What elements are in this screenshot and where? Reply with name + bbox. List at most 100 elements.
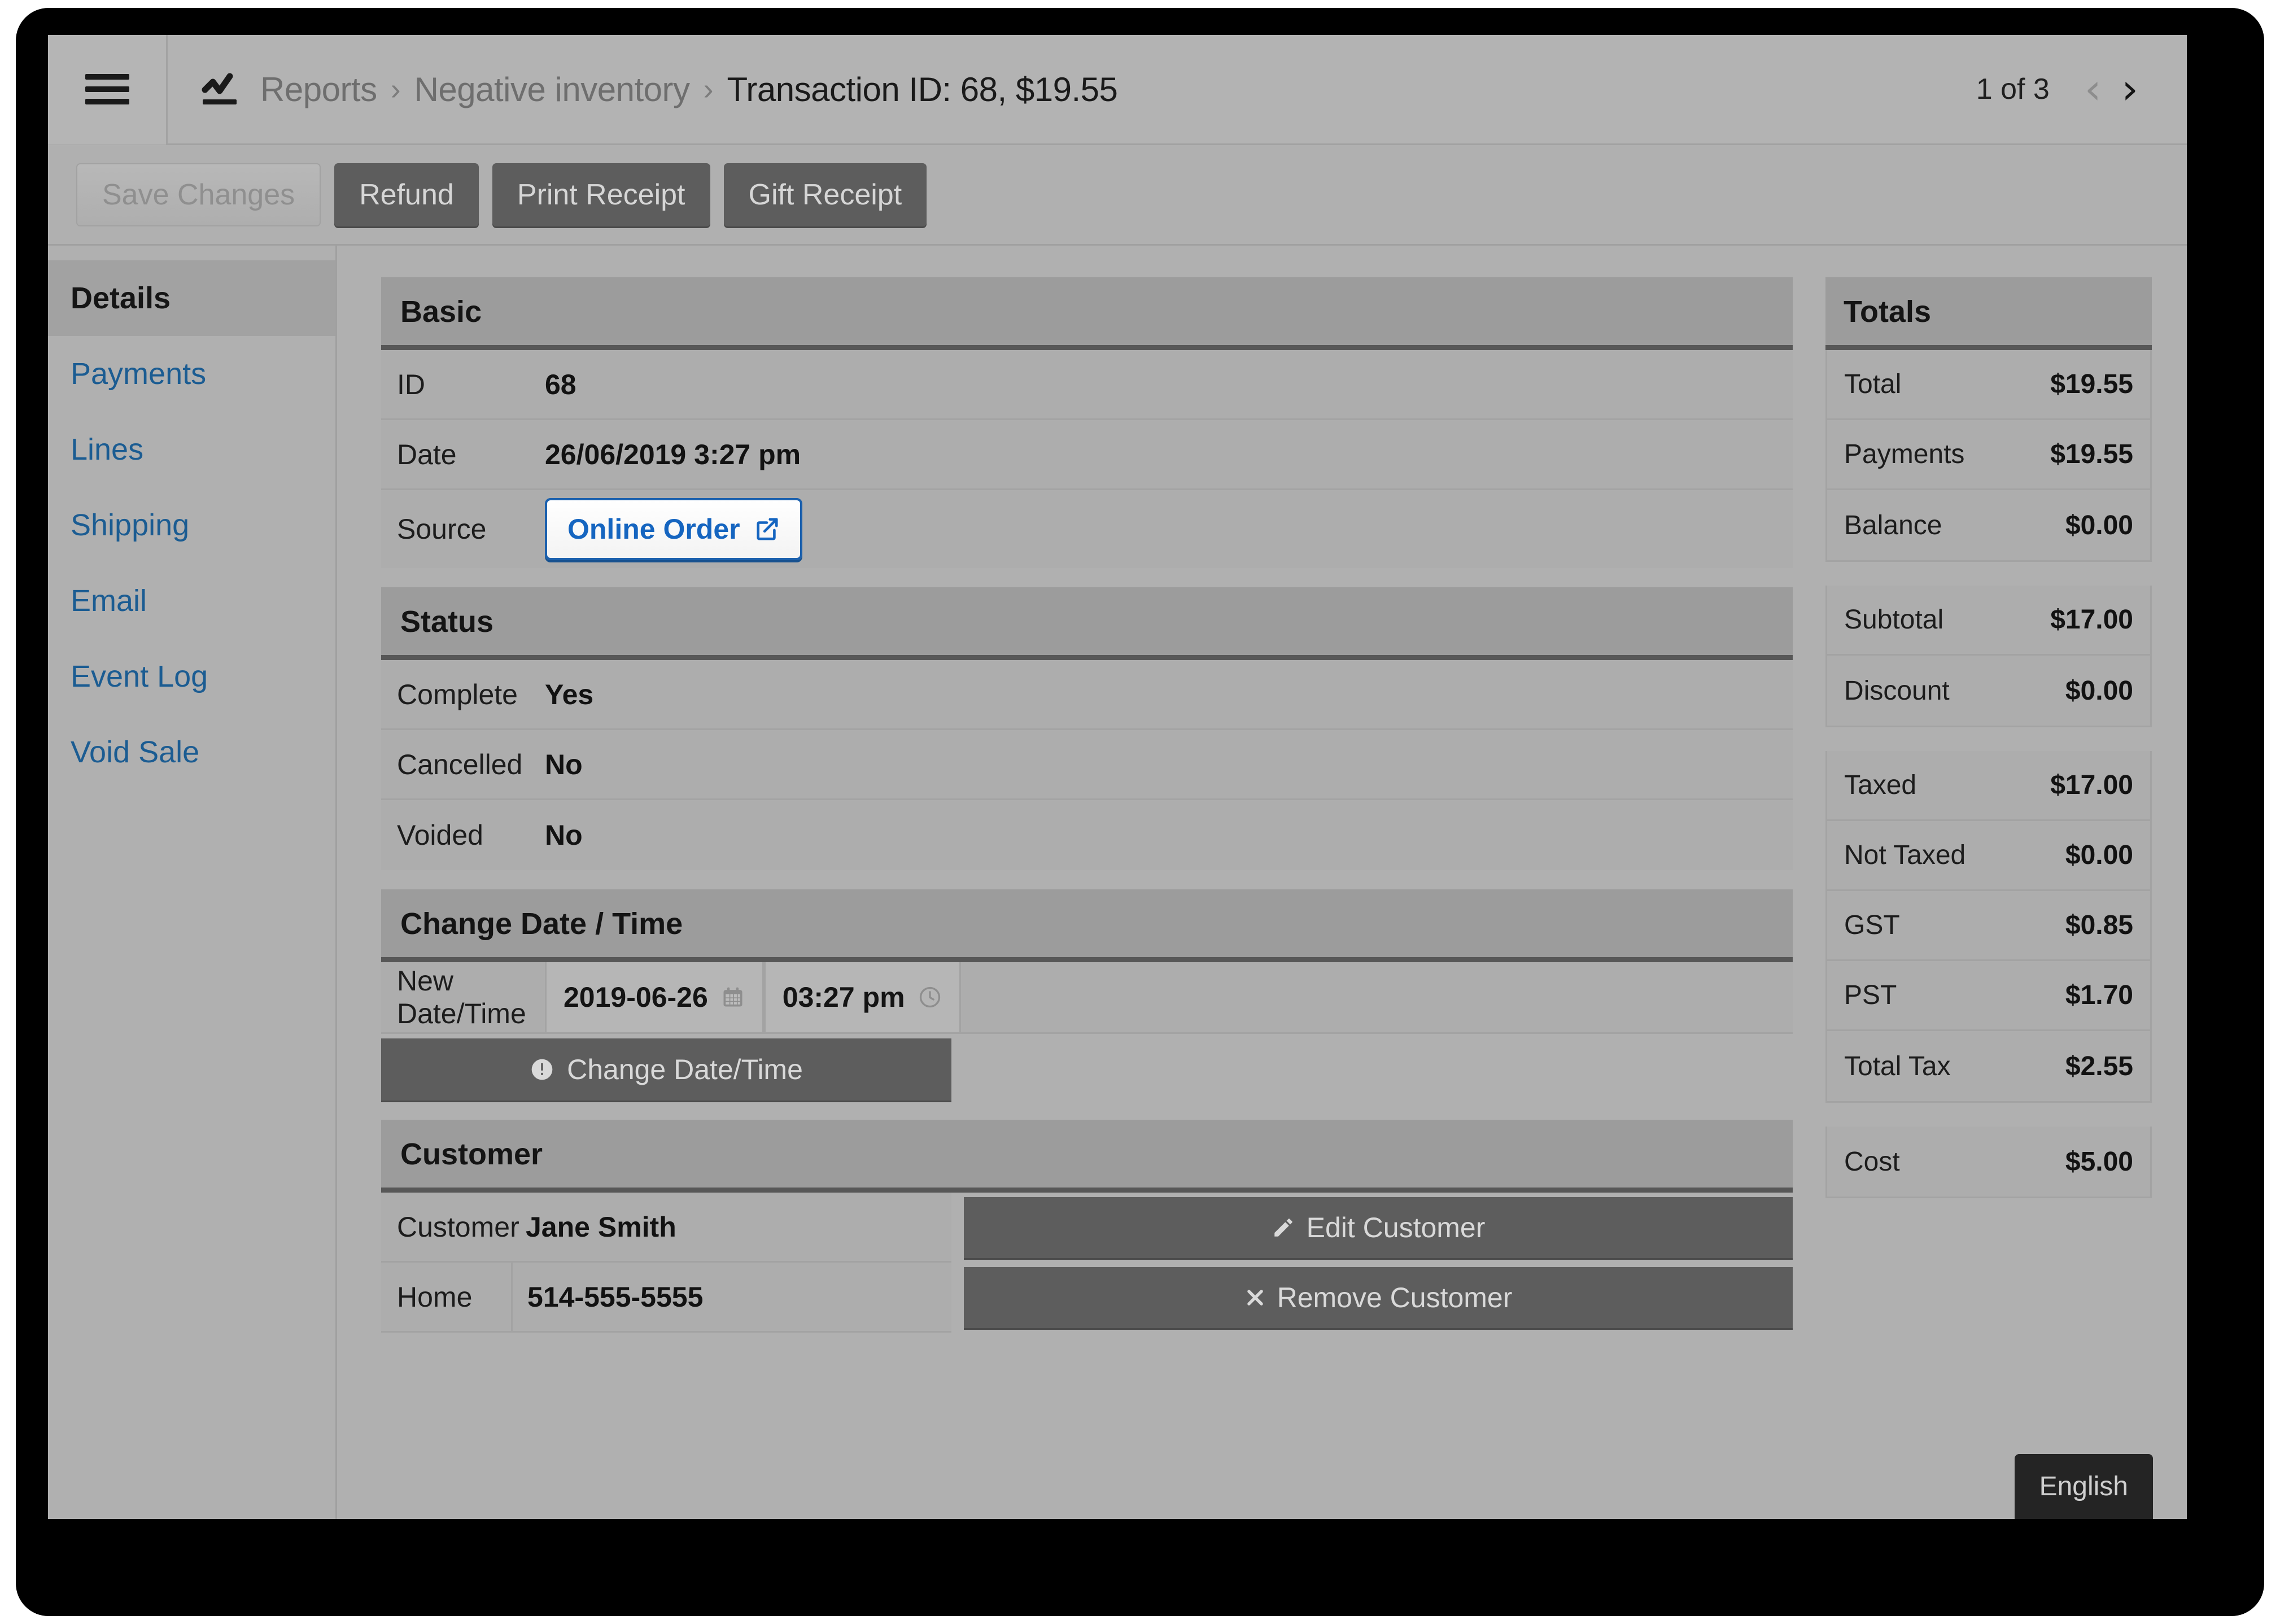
save-changes-button[interactable]: Save Changes: [76, 163, 321, 226]
page-count: 1 of 3: [1976, 73, 2050, 106]
totals-row-total-tax: Total Tax $2.55: [1827, 1031, 2150, 1101]
new-datetime-label: New Date/Time: [397, 965, 526, 1029]
totals-group-payment: Total $19.55 Payments $19.55 Balance $0.…: [1825, 350, 2152, 562]
totals-row-cost: Cost $5.00: [1827, 1127, 2150, 1197]
customer-name-value: Jane Smith: [526, 1211, 676, 1243]
chevron-left-icon[interactable]: ‹: [2085, 68, 2102, 110]
total-label: Total: [1844, 369, 1902, 399]
taxed-value: $17.00: [2050, 770, 2133, 800]
payments-label: Payments: [1844, 439, 1965, 469]
cancelled-label: Cancelled: [397, 748, 523, 780]
complete-label: Complete: [397, 678, 518, 710]
id-value: 68: [545, 368, 576, 400]
taxed-label: Taxed: [1844, 770, 1917, 800]
totals-group-subtotal: Subtotal $17.00 Discount $0.00: [1825, 586, 2152, 727]
balance-label: Balance: [1844, 510, 1942, 540]
balance-value: $0.00: [2065, 510, 2133, 540]
change-datetime-panel: Change Date / Time New Date/Time 2019-06…: [381, 889, 1793, 1101]
pst-label: PST: [1844, 980, 1897, 1010]
online-order-label: Online Order: [567, 513, 740, 545]
source-label: Source: [397, 513, 487, 545]
change-datetime-button-label: Change Date/Time: [567, 1054, 803, 1085]
gift-receipt-button[interactable]: Gift Receipt: [723, 163, 927, 226]
edit-customer-label: Edit Customer: [1306, 1212, 1486, 1243]
change-datetime-title: Change Date / Time: [381, 889, 1793, 962]
basic-row-source: Source Online Order: [381, 490, 1793, 568]
basic-panel-title: Basic: [381, 277, 1793, 350]
date-value: 26/06/2019 3:27 pm: [545, 438, 801, 470]
details-main: Basic ID 68 Date 26/06/2019 3:27 pm Sour…: [337, 246, 1825, 1519]
sidebar-item-shipping[interactable]: Shipping: [48, 487, 335, 563]
breadcrumb-separator: ›: [703, 72, 714, 106]
change-datetime-button[interactable]: Change Date/Time: [381, 1038, 951, 1101]
cancelled-value: No: [545, 748, 583, 780]
customer-name-cell: Customer Jane Smith: [381, 1193, 951, 1263]
totals-group-tax: Taxed $17.00 Not Taxed $0.00 GST $0.85 P…: [1825, 751, 2152, 1103]
calendar-icon: [723, 987, 742, 1007]
not-taxed-label: Not Taxed: [1844, 840, 1966, 870]
totals-panel: Totals Total $19.55 Payments $19.55 Bala…: [1825, 246, 2187, 1519]
totals-row-pst: PST $1.70: [1827, 961, 2150, 1031]
breadcrumb-separator: ›: [390, 72, 401, 106]
cost-value: $5.00: [2065, 1146, 2133, 1177]
new-datetime-row: New Date/Time 2019-06-26 03:27 pm: [381, 962, 1793, 1034]
info-circle-icon: [531, 1059, 553, 1080]
not-taxed-value: $0.00: [2065, 840, 2133, 870]
sidebar-item-payments[interactable]: Payments: [48, 336, 335, 412]
totals-row-discount: Discount $0.00: [1827, 656, 2150, 726]
line-chart-icon: [202, 73, 241, 106]
status-row-voided: Voided No: [381, 800, 1793, 870]
gst-label: GST: [1844, 910, 1900, 940]
sidebar-item-lines[interactable]: Lines: [48, 412, 335, 487]
breadcrumb-item-reports[interactable]: Reports: [260, 70, 377, 109]
sidebar-item-event-log[interactable]: Event Log: [48, 639, 335, 714]
sidebar-item-void-sale[interactable]: Void Sale: [48, 714, 335, 790]
sidebar-item-details[interactable]: Details: [48, 260, 335, 336]
totals-group-cost: Cost $5.00: [1825, 1127, 2152, 1198]
remove-customer-label: Remove Customer: [1277, 1282, 1513, 1313]
customer-home-cell: Home 514-555-5555: [381, 1263, 951, 1333]
online-order-button[interactable]: Online Order: [545, 498, 802, 560]
content-body: Details Payments Lines Shipping Email Ev…: [48, 246, 2187, 1519]
date-input[interactable]: 2019-06-26: [545, 962, 764, 1032]
pst-value: $1.70: [2065, 980, 2133, 1010]
language-badge[interactable]: English: [2014, 1454, 2153, 1519]
totals-row-not-taxed: Not Taxed $0.00: [1827, 821, 2150, 891]
chevron-right-icon[interactable]: ›: [2121, 68, 2138, 110]
clock-icon: [919, 986, 940, 1008]
pencil-icon: [1274, 1219, 1292, 1237]
refund-button[interactable]: Refund: [334, 163, 479, 226]
discount-label: Discount: [1844, 675, 1950, 706]
voided-label: Voided: [397, 819, 483, 851]
print-receipt-button[interactable]: Print Receipt: [492, 163, 710, 226]
status-panel: Status Complete Yes Cancelled No Voided …: [381, 587, 1793, 870]
customer-row-name: Customer Jane Smith Edit Customer: [381, 1193, 1793, 1263]
sidebar-nav: Details Payments Lines Shipping Email Ev…: [48, 246, 337, 1519]
edit-customer-button[interactable]: Edit Customer: [964, 1197, 1793, 1258]
time-input[interactable]: 03:27 pm: [763, 962, 961, 1032]
customer-row-home: Home 514-555-5555 Remove Customer: [381, 1263, 1793, 1333]
remove-customer-button[interactable]: Remove Customer: [964, 1267, 1793, 1328]
breadcrumb: Reports › Negative inventory › Transacti…: [168, 70, 1976, 109]
customer-label: Customer: [397, 1211, 519, 1243]
cost-label: Cost: [1844, 1146, 1900, 1177]
id-label: ID: [397, 368, 425, 400]
total-value: $19.55: [2050, 369, 2133, 399]
home-label: Home: [397, 1281, 473, 1313]
totals-row-total: Total $19.55: [1827, 350, 2150, 420]
sidebar-item-email[interactable]: Email: [48, 563, 335, 639]
gst-value: $0.85: [2065, 910, 2133, 940]
hamburger-icon: [85, 74, 129, 104]
totals-title: Totals: [1825, 277, 2152, 350]
menu-button[interactable]: [48, 35, 168, 145]
total-tax-value: $2.55: [2065, 1051, 2133, 1081]
basic-panel: Basic ID 68 Date 26/06/2019 3:27 pm Sour…: [381, 277, 1793, 568]
status-row-cancelled: Cancelled No: [381, 730, 1793, 800]
close-icon: [1247, 1290, 1263, 1306]
customer-panel: Customer Customer Jane Smith Edit Custom…: [381, 1120, 1793, 1333]
customer-panel-title: Customer: [381, 1120, 1793, 1193]
basic-row-date: Date 26/06/2019 3:27 pm: [381, 420, 1793, 490]
complete-value: Yes: [545, 678, 594, 710]
date-label: Date: [397, 438, 457, 470]
breadcrumb-item-negative-inventory[interactable]: Negative inventory: [414, 70, 690, 109]
